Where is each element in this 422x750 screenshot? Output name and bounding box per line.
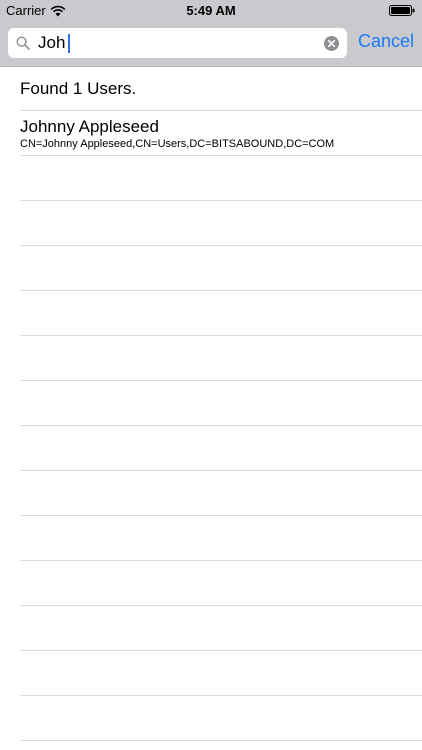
results-summary: Found 1 Users. <box>20 79 137 98</box>
empty-row <box>20 606 422 651</box>
empty-row <box>20 651 422 696</box>
empty-row <box>20 201 422 246</box>
status-bar: Carrier 5:49 AM <box>0 0 422 22</box>
user-distinguished-name: CN=Johnny Appleseed,CN=Users,DC=BITSABOU… <box>20 138 335 150</box>
empty-row <box>20 471 422 516</box>
list-item[interactable]: Johnny Appleseed CN=Johnny Appleseed,CN=… <box>20 111 422 156</box>
empty-row <box>20 696 422 741</box>
battery-icon <box>389 5 415 16</box>
clear-icon[interactable] <box>324 36 339 51</box>
empty-row <box>20 426 422 471</box>
screen: Carrier 5:49 AM Joh Cancel Found 1 Users… <box>0 0 422 750</box>
text-cursor <box>68 34 70 53</box>
user-name: Johnny Appleseed <box>20 117 159 136</box>
empty-row <box>20 336 422 381</box>
empty-row <box>20 516 422 561</box>
empty-row <box>20 381 422 426</box>
cancel-button[interactable]: Cancel <box>358 31 414 52</box>
empty-row <box>20 246 422 291</box>
search-input[interactable] <box>38 32 318 54</box>
search-icon <box>16 36 30 50</box>
empty-row <box>20 156 422 201</box>
empty-row <box>20 561 422 606</box>
search-field[interactable] <box>8 28 347 58</box>
empty-row <box>20 291 422 336</box>
results-summary-row: Found 1 Users. <box>20 67 422 111</box>
status-time: 5:49 AM <box>186 3 236 18</box>
search-header: Carrier 5:49 AM Joh Cancel <box>0 0 422 67</box>
